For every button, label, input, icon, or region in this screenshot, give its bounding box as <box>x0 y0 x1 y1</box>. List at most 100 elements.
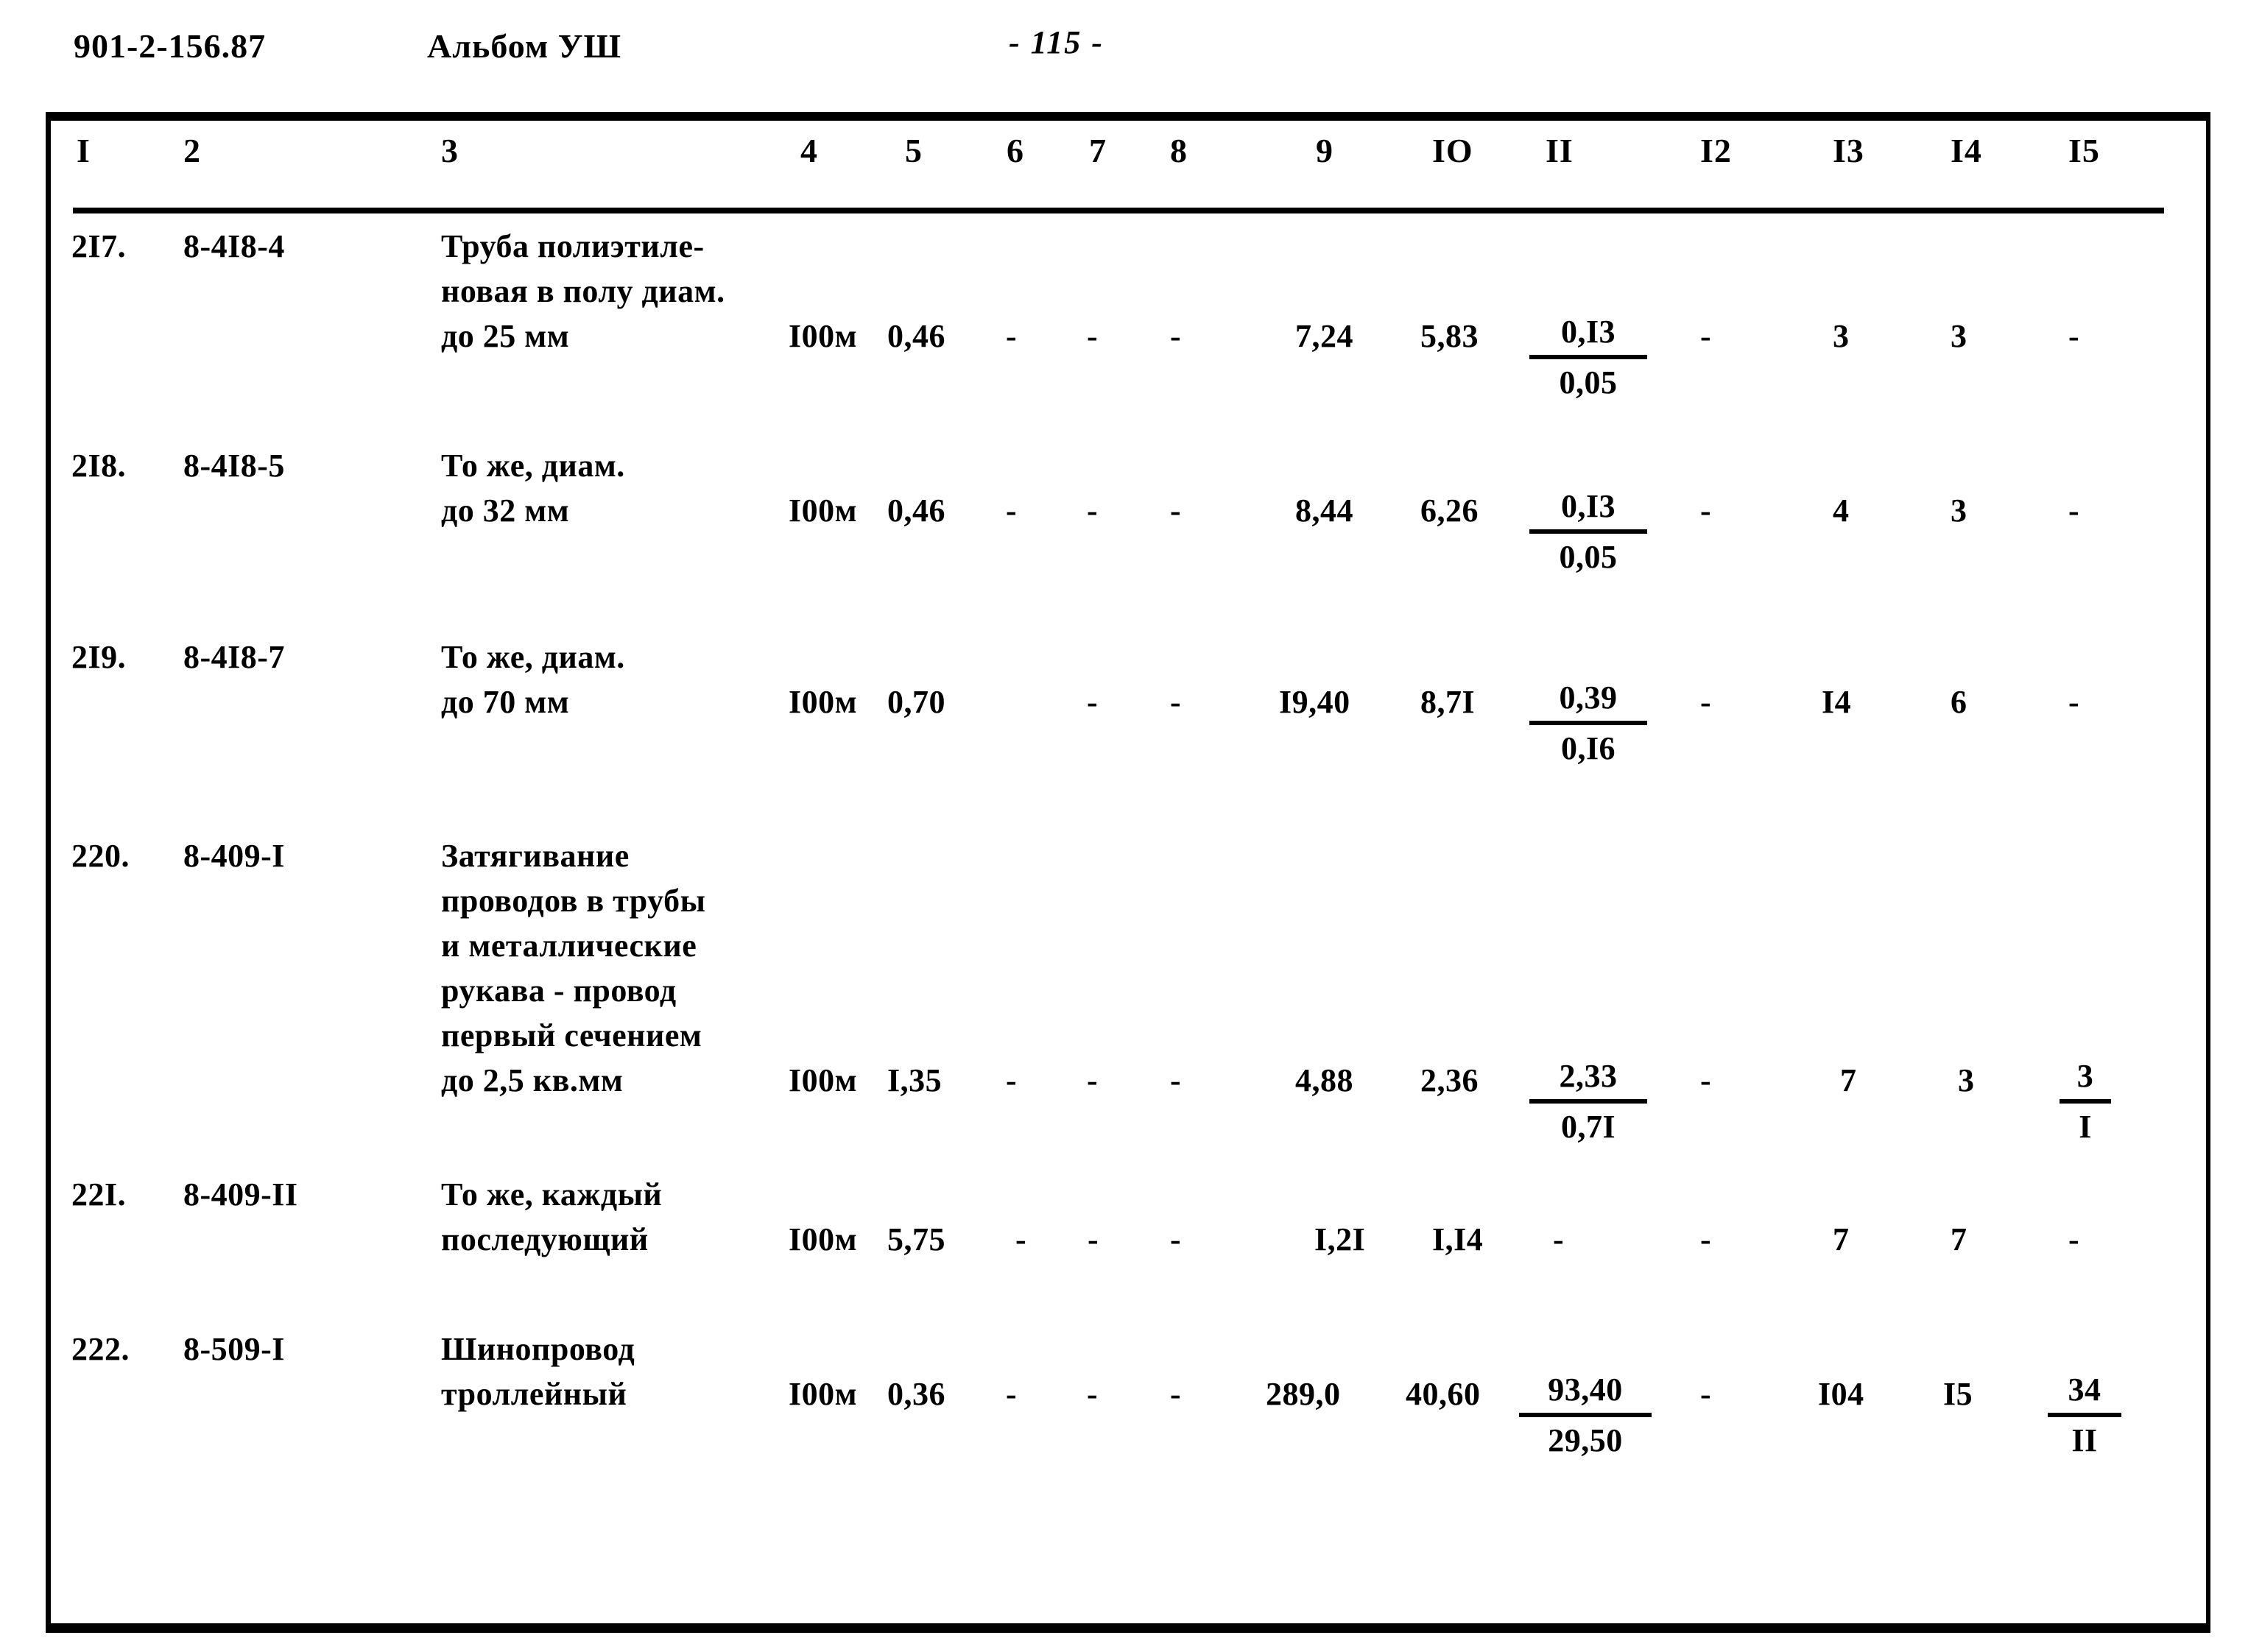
column-header-12: I2 <box>1700 132 1732 169</box>
description-line: проводов в трубы <box>441 883 706 919</box>
cell-col-7: - <box>1087 493 1098 529</box>
cell-col-8: - <box>1170 493 1181 529</box>
fraction-numerator: 34 <box>2048 1369 2121 1417</box>
description-line: Затягивание <box>441 838 630 874</box>
cell-col-5: I,35 <box>887 1062 942 1098</box>
cell-col-10: 5,83 <box>1420 318 1479 354</box>
cell-col-5: 0,70 <box>887 684 945 720</box>
cell-col-11-fraction: 93,40 29,50 <box>1519 1369 1652 1462</box>
row-description: Затягивание проводов в трубы и металличе… <box>441 833 705 1103</box>
row-code: 8-409-I <box>183 838 285 874</box>
cell-col-12: - <box>1700 493 1711 529</box>
document-code: 901-2-156.87 <box>74 27 267 65</box>
cell-col-13: 3 <box>1833 318 1850 354</box>
row-number: 222. <box>71 1331 130 1367</box>
cell-col-14: 3 <box>1958 1062 1975 1098</box>
column-header-14: I4 <box>1951 132 1982 169</box>
cell-col-9: 7,24 <box>1295 318 1353 354</box>
fraction-numerator: 2,33 <box>1529 1055 1647 1104</box>
cell-col-12: - <box>1700 1221 1711 1257</box>
cell-col-13: I4 <box>1822 684 1852 720</box>
cell-col-6: - <box>1006 1062 1017 1098</box>
column-header-4: 4 <box>800 132 818 169</box>
description-line: до 70 мм <box>441 684 570 720</box>
cell-col-13: 7 <box>1833 1221 1850 1257</box>
cell-col-7: - <box>1087 684 1098 720</box>
fraction-numerator: 0,39 <box>1529 677 1647 725</box>
column-header-9: 9 <box>1316 132 1333 169</box>
description-line: последующий <box>441 1221 649 1257</box>
column-header-11: II <box>1546 132 1574 169</box>
description-line: То же, каждый <box>441 1176 663 1212</box>
cell-col-11-fraction: 0,I3 0,05 <box>1529 311 1647 404</box>
column-header-5: 5 <box>905 132 923 169</box>
cell-col-5: 0,36 <box>887 1376 945 1412</box>
column-header-7: 7 <box>1089 132 1107 169</box>
cell-col-11: - <box>1553 1221 1564 1257</box>
description-line: То же, диам. <box>441 639 625 675</box>
description-line: первый сечением <box>441 1017 702 1053</box>
cell-col-8: - <box>1170 318 1181 354</box>
cell-unit: I00м <box>789 318 858 354</box>
cell-col-7: - <box>1088 1221 1099 1257</box>
cell-col-5: 5,75 <box>887 1221 945 1257</box>
row-code: 8-509-I <box>183 1331 285 1367</box>
row-number: 22I. <box>71 1176 127 1212</box>
cell-col-8: - <box>1170 1062 1181 1098</box>
description-line: Шинопровод <box>441 1331 635 1367</box>
description-line: То же, диам. <box>441 448 625 484</box>
row-code: 8-4I8-7 <box>183 639 285 675</box>
cell-col-15: - <box>2068 684 2079 720</box>
album-label: Альбом УШ <box>427 27 621 65</box>
column-header-13: I3 <box>1833 132 1864 169</box>
row-number: 2I9. <box>71 639 127 675</box>
column-header-15: I5 <box>2068 132 2100 169</box>
cell-col-11-fraction: 2,33 0,7I <box>1529 1055 1647 1148</box>
cell-col-6: - <box>1006 493 1017 529</box>
cell-col-10: 2,36 <box>1420 1062 1479 1098</box>
row-description: Труба полиэтиле- новая в полу диам. до 2… <box>441 224 725 359</box>
row-description: То же, диам. до 32 мм <box>441 443 625 533</box>
column-header-8: 8 <box>1170 132 1188 169</box>
fraction-denominator: 29,50 <box>1548 1422 1623 1458</box>
fraction-denominator: 0,05 <box>1559 364 1618 400</box>
cell-unit: I00м <box>789 493 858 529</box>
cell-col-11-fraction: 0,39 0,I6 <box>1529 677 1647 770</box>
cell-col-5: 0,46 <box>887 493 945 529</box>
header-separator-rule <box>73 208 2164 213</box>
cell-col-6: - <box>1006 1376 1017 1412</box>
fraction-denominator: 0,05 <box>1559 539 1618 575</box>
page-number: - 115 - <box>1009 24 1104 60</box>
cell-col-14: 3 <box>1951 493 1967 529</box>
column-header-2: 2 <box>183 132 201 169</box>
description-line: новая в полу диам. <box>441 273 725 309</box>
fraction-denominator: 0,7I <box>1560 1109 1616 1145</box>
cell-col-6: - <box>1006 318 1017 354</box>
cell-col-9: 8,44 <box>1295 493 1353 529</box>
description-line: и металлические <box>441 928 697 964</box>
description-line: до 32 мм <box>441 493 570 529</box>
description-line: троллейный <box>441 1376 627 1412</box>
cell-col-9: 289,0 <box>1266 1376 1341 1412</box>
cell-unit: I00м <box>789 684 858 720</box>
cell-col-12: - <box>1700 318 1711 354</box>
row-description: То же, каждый последующий <box>441 1172 662 1262</box>
cell-col-12: - <box>1700 684 1711 720</box>
fraction-numerator: 93,40 <box>1519 1369 1652 1417</box>
cell-col-7: - <box>1087 1062 1098 1098</box>
description-line: до 25 мм <box>441 318 570 354</box>
cell-col-5: 0,46 <box>887 318 945 354</box>
column-header-1: I <box>77 132 91 169</box>
cell-col-8: - <box>1170 1221 1181 1257</box>
cell-col-12: - <box>1700 1062 1711 1098</box>
cell-unit: I00м <box>789 1062 858 1098</box>
cell-col-15: - <box>2068 493 2079 529</box>
column-header-3: 3 <box>441 132 459 169</box>
fraction-denominator: II <box>2071 1422 2098 1458</box>
cell-unit: I00м <box>789 1221 858 1257</box>
row-code: 8-4I8-5 <box>183 448 285 484</box>
cell-col-10: I,I4 <box>1432 1221 1484 1257</box>
row-code: 8-4I8-4 <box>183 228 285 264</box>
cell-col-14: 6 <box>1951 684 1967 720</box>
cell-col-8: - <box>1170 1376 1181 1412</box>
